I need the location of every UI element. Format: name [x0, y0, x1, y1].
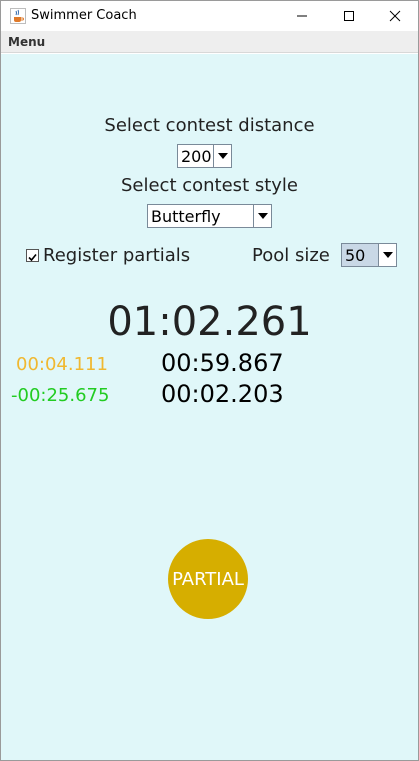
split-time-2: 00:02.203	[161, 380, 284, 408]
maximize-button[interactable]	[326, 1, 372, 31]
register-partials-checkbox[interactable]	[26, 249, 39, 262]
chevron-down-icon	[257, 213, 268, 219]
pool-size-dropdown-button[interactable]	[378, 244, 396, 266]
menu-bar: Menu	[1, 31, 418, 53]
distance-label: Select contest distance	[104, 115, 315, 136]
pool-size-value: 50	[345, 246, 366, 265]
chevron-down-icon	[217, 153, 228, 159]
partial-button[interactable]: PARTIAL	[168, 539, 248, 619]
pool-size-label: Pool size	[252, 245, 330, 266]
pool-size-select[interactable]: 50	[341, 243, 397, 267]
diff-positive: 00:04.111	[16, 354, 108, 375]
style-select[interactable]: Butterfly	[147, 204, 272, 228]
style-value: Butterfly	[151, 207, 221, 226]
close-icon	[389, 10, 401, 22]
minimize-button[interactable]	[279, 1, 325, 31]
minimize-icon	[297, 15, 307, 17]
java-coffee-icon	[10, 8, 26, 24]
style-dropdown-button[interactable]	[253, 205, 271, 227]
window-title: Swimmer Coach	[31, 8, 137, 23]
split-time-1: 00:59.867	[161, 349, 284, 377]
register-partials-label[interactable]: Register partials	[43, 245, 190, 266]
title-bar[interactable]: Swimmer Coach	[1, 1, 418, 31]
close-button[interactable]	[372, 1, 418, 31]
diff-negative: -00:25.675	[11, 385, 110, 406]
distance-dropdown-button[interactable]	[213, 145, 231, 167]
menu-item-menu[interactable]: Menu	[8, 35, 45, 49]
checkmark-icon	[28, 253, 37, 262]
app-window: Swimmer Coach Menu Select contest distan…	[0, 0, 419, 761]
distance-select[interactable]: 200	[177, 144, 232, 168]
style-label: Select contest style	[120, 175, 299, 196]
chevron-down-icon	[382, 252, 393, 258]
main-timer: 01:02.261	[107, 299, 312, 345]
maximize-icon	[344, 11, 354, 21]
distance-value: 200	[181, 147, 212, 166]
main-panel: Select contest distance 200 Select conte…	[1, 54, 418, 760]
